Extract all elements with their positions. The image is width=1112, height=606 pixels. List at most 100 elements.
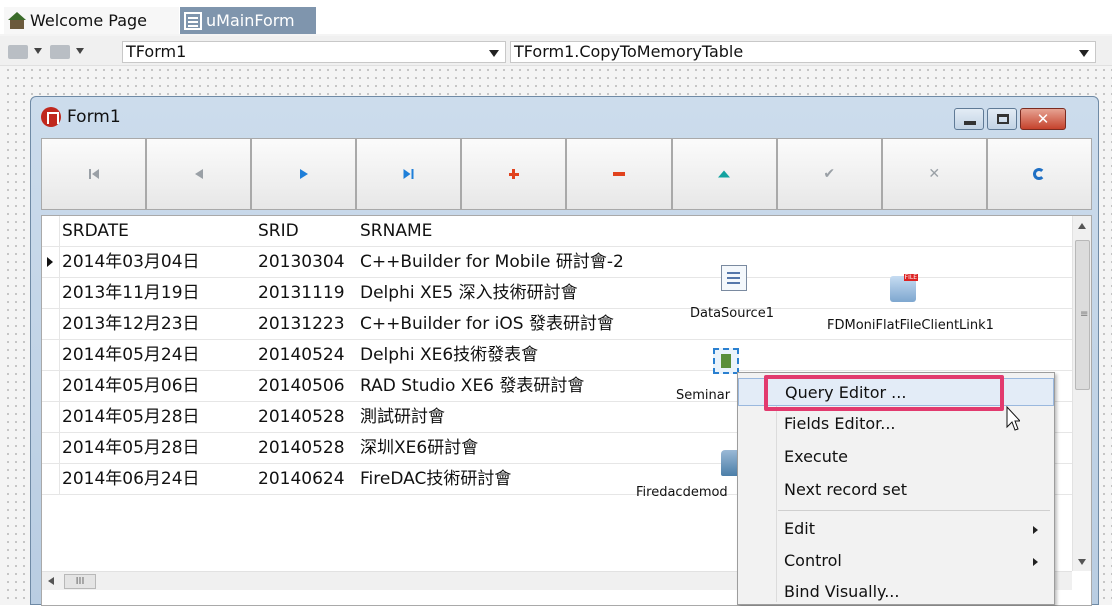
close-button[interactable]: ✕	[1020, 108, 1066, 130]
hscroll-thumb[interactable]: III	[64, 574, 96, 589]
minimize-button[interactable]	[954, 108, 984, 130]
table-cell-srid[interactable]: 20130304	[258, 247, 358, 277]
row-indicator	[42, 371, 60, 401]
vertical-scrollbar[interactable]: ≡	[1072, 216, 1091, 571]
table-cell-srid[interactable]: 20131119	[258, 278, 358, 308]
menu-item-label: Fields Editor...	[784, 414, 896, 433]
table-cell-srdate[interactable]: 2014年03月04日	[62, 247, 258, 277]
code-navigation-bar: TForm1 TForm1.CopyToMemoryTable	[0, 36, 1112, 66]
row-indicator	[42, 309, 60, 339]
table-cell-srid[interactable]: 20140528	[258, 433, 358, 463]
datasource-icon[interactable]	[721, 265, 747, 291]
table-row[interactable]: 2013年11月19日 20131119 Delphi XE5 深入技術研討會	[42, 278, 1072, 309]
cancel-icon: ✕	[928, 166, 941, 182]
next-record-icon	[299, 169, 308, 179]
table-cell-srid[interactable]: 20131223	[258, 309, 358, 339]
maximize-button[interactable]	[987, 108, 1017, 130]
method-combo[interactable]: TForm1.CopyToMemoryTable	[510, 41, 1096, 63]
chevron-down-icon[interactable]	[489, 50, 499, 57]
chevron-down-icon[interactable]	[34, 48, 42, 54]
table-cell-srdate[interactable]: 2013年11月19日	[62, 278, 258, 308]
file-link-icon[interactable]	[890, 274, 918, 302]
back-icon[interactable]	[8, 45, 28, 59]
close-icon: ✕	[1036, 110, 1050, 128]
table-cell-srid[interactable]: 20140528	[258, 402, 358, 432]
query-label: Seminar	[676, 388, 731, 403]
forward-icon[interactable]	[50, 45, 70, 59]
menu-item-control[interactable]: Control	[738, 547, 1054, 575]
table-cell-srdate[interactable]: 2014年05月24日	[62, 340, 258, 370]
nav-delete-button[interactable]	[566, 138, 672, 210]
nav-insert-button[interactable]	[461, 138, 567, 210]
menu-item-edit[interactable]: Edit	[738, 515, 1054, 543]
row-indicator	[42, 402, 60, 432]
column-header-srid[interactable]: SRID	[258, 216, 358, 246]
minimize-icon	[964, 121, 976, 125]
tab-umainform-label: uMainForm	[206, 11, 295, 30]
table-cell-srname[interactable]: Delphi XE6技術發表會	[360, 340, 1060, 370]
scroll-thumb[interactable]: ≡	[1075, 240, 1090, 390]
tab-umainform[interactable]: uMainForm	[180, 7, 316, 34]
table-cell-srid[interactable]: 20140506	[258, 371, 358, 401]
highlight-box	[764, 375, 1004, 411]
current-row-icon	[47, 257, 53, 267]
database-label: Firedacdemod	[636, 485, 728, 500]
prior-record-icon	[194, 169, 203, 179]
mouse-cursor-icon	[1006, 406, 1020, 431]
table-cell-srdate[interactable]: 2014年05月28日	[62, 402, 258, 432]
nav-cancel-button[interactable]: ✕	[881, 138, 987, 210]
form-title: Form1	[67, 107, 121, 127]
form-title-bar: Form1	[41, 107, 121, 127]
grip-icon: ≡	[1080, 309, 1089, 320]
row-indicator	[42, 433, 60, 463]
nav-edit-button[interactable]	[671, 138, 777, 210]
table-cell-srdate[interactable]: 2013年12月23日	[62, 309, 258, 339]
table-cell-srid[interactable]: 20140624	[258, 464, 358, 494]
minus-icon	[613, 172, 626, 176]
scroll-down-icon[interactable]	[1078, 559, 1086, 565]
nav-prior-button[interactable]	[146, 138, 252, 210]
scroll-left-icon[interactable]	[48, 577, 54, 585]
form-icon	[184, 11, 202, 30]
plus-icon	[508, 169, 519, 179]
table-cell-srid[interactable]: 20140524	[258, 340, 358, 370]
query-icon[interactable]	[713, 348, 739, 374]
menu-item-label: Control	[784, 551, 842, 570]
nav-post-button[interactable]: ✔	[776, 138, 882, 210]
editor-tab-bar: Welcome Page uMainForm	[0, 0, 1112, 34]
app-icon	[41, 107, 61, 127]
tab-welcome-label: Welcome Page	[30, 11, 148, 30]
method-combo-value: TForm1.CopyToMemoryTable	[514, 42, 744, 61]
menu-item-label: Execute	[784, 447, 848, 466]
menu-item-label: Edit	[784, 519, 815, 538]
column-header-srdate[interactable]: SRDATE	[62, 216, 258, 246]
chevron-down-icon[interactable]	[76, 48, 84, 54]
table-cell-srdate[interactable]: 2014年05月06日	[62, 371, 258, 401]
nav-first-button[interactable]	[41, 138, 147, 210]
nav-refresh-button[interactable]	[986, 138, 1092, 210]
class-combo-value: TForm1	[126, 42, 187, 61]
menu-item-label: Bind Visually...	[784, 582, 900, 601]
submenu-arrow-icon	[1033, 558, 1038, 566]
table-row[interactable]: 2014年05月24日 20140524 Delphi XE6技術發表會	[42, 340, 1072, 371]
table-cell-srname[interactable]: C++Builder for Mobile 研討會-2	[360, 247, 1060, 277]
row-indicator	[42, 340, 60, 370]
maximize-icon	[997, 114, 1009, 124]
chevron-down-icon[interactable]	[1079, 50, 1089, 57]
menu-item-next-record-set[interactable]: Next record set	[738, 476, 1054, 504]
menu-item-bind-visually[interactable]: Bind Visually...	[738, 578, 1054, 606]
table-cell-srname[interactable]: Delphi XE5 深入技術研討會	[360, 278, 1060, 308]
scroll-up-icon[interactable]	[1078, 223, 1086, 229]
tab-welcome-page[interactable]: Welcome Page	[4, 7, 179, 34]
nav-last-button[interactable]	[356, 138, 462, 210]
class-combo[interactable]: TForm1	[122, 41, 506, 63]
menu-item-execute[interactable]: Execute	[738, 443, 1054, 471]
filelink-label: FDMoniFlatFileClientLink1	[827, 318, 994, 333]
nav-next-button[interactable]	[251, 138, 357, 210]
ide-window: Welcome Page uMainForm TForm1 TForm1.Cop…	[0, 0, 1112, 606]
edit-record-icon	[718, 170, 731, 178]
table-cell-srdate[interactable]: 2014年05月28日	[62, 433, 258, 463]
last-record-icon	[403, 169, 414, 179]
table-cell-srdate[interactable]: 2014年06月24日	[62, 464, 258, 494]
column-header-srname[interactable]: SRNAME	[360, 216, 1060, 246]
